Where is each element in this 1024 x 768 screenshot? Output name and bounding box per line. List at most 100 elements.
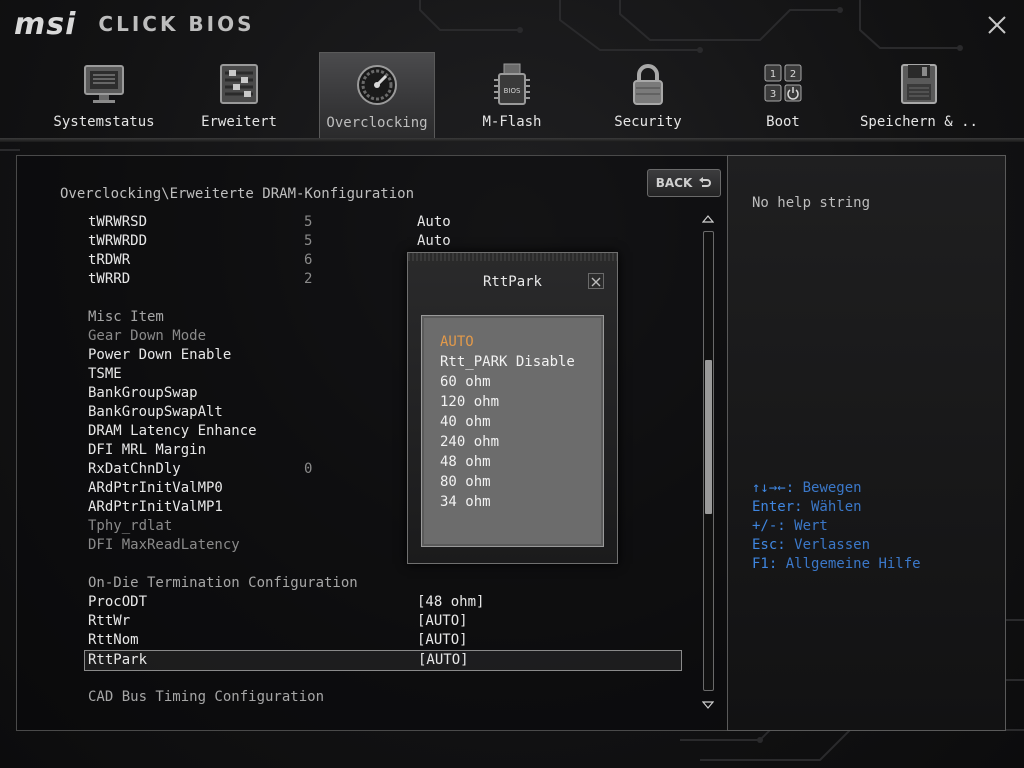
tab-m-flash[interactable]: BIOS M-Flash [455,52,569,138]
tab-erweitert[interactable]: Erweitert [182,52,296,138]
setting-name: RttNom [88,632,139,648]
monitor-icon [82,62,126,106]
tab-label: Boot [766,114,800,130]
setting-value: [AUTO] [418,652,469,668]
brand-logo: msi [14,6,77,42]
key-hint-key: +/-: [752,518,786,534]
top-nav: Systemstatus Erweitert Overclocking BIOS… [0,52,1024,142]
msi-click-bios-logo: msi CLICK BIOS [14,6,255,42]
key-hint-desc: Bewegen [794,480,862,496]
setting-current: 5 [304,233,313,249]
floppy-icon [897,62,941,106]
setting-name: RxDatChnDly [88,461,181,477]
key-hint-esc: Esc: Verlassen [752,537,870,553]
back-button[interactable]: BACK [647,169,721,197]
tab-label: Erweitert [201,114,277,130]
svg-text:BIOS: BIOS [504,87,521,95]
tab-systemstatus[interactable]: Systemstatus [47,52,161,138]
help-string: No help string [752,195,871,211]
svg-text:2: 2 [790,69,796,80]
setting-name: ARdPtrInitValMP1 [88,499,223,515]
option-240-ohm[interactable]: 240 ohm [440,434,499,450]
setting-name: DRAM Latency Enhance [88,423,257,439]
option-list: AUTO Rtt_PARK Disable 60 ohm 120 ohm 40 … [421,315,604,547]
tab-security[interactable]: Security [591,52,705,138]
scroll-up-icon[interactable] [701,210,715,223]
product-name: CLICK BIOS [98,12,255,36]
key-hint-desc: Verlassen [785,537,871,553]
setting-current: 2 [304,271,313,287]
boot-order-icon: 1 2 3 [761,62,805,106]
setting-name: RttPark [88,652,148,668]
option-120-ohm[interactable]: 120 ohm [440,394,499,410]
tab-label: M-Flash [482,114,542,130]
setting-name: tWRWRSD [88,214,148,230]
sliders-icon [217,62,261,106]
padlock-icon [626,62,670,106]
key-hint-desc: Allgemeine Hilfe [777,556,921,572]
setting-row-rttpark[interactable]: RttPark [AUTO] [84,650,682,671]
setting-name: BankGroupSwapAlt [88,404,223,420]
option-60-ohm[interactable]: 60 ohm [440,374,491,390]
bios-chip-icon: BIOS [490,62,534,106]
setting-name: BankGroupSwap [88,385,198,401]
scroll-down-icon[interactable] [701,696,715,709]
key-hint-navigate: ↑↓→←: Bewegen [752,480,862,496]
breadcrumb: Overclocking\Erweiterte DRAM-Konfigurati… [60,186,415,202]
section-title: On-Die Termination Configuration [88,575,358,591]
tab-label: Speichern & .. [859,114,978,130]
key-hint-desc: Wählen [802,499,862,515]
arrow-keys-icon: ↑↓→←: [752,480,795,496]
tab-overclocking[interactable]: Overclocking [319,52,435,139]
setting-value: Auto [417,214,451,230]
setting-name: DFI MaxReadLatency [88,537,240,553]
key-hint-value: +/-: Wert [752,518,828,534]
setting-name: Gear Down Mode [88,328,207,344]
setting-value: [AUTO] [417,632,468,648]
key-hint-enter: Enter: Wählen [752,499,862,515]
setting-name: Power Down Enable [88,347,232,363]
setting-current: 5 [304,214,313,230]
option-auto[interactable]: AUTO [440,334,474,350]
key-hint-key: Enter: [752,499,803,515]
dialog-grip[interactable] [408,253,617,261]
tab-label: Systemstatus [53,114,155,130]
setting-value: [AUTO] [417,613,468,629]
setting-name: ProcODT [88,594,148,610]
setting-name: ARdPtrInitValMP0 [88,480,223,496]
option-40-ohm[interactable]: 40 ohm [440,414,491,430]
tab-speichern[interactable]: Speichern & .. [860,52,978,138]
tab-boot[interactable]: 1 2 3 Boot [726,52,840,138]
return-arrow-icon [699,177,712,187]
scrollbar[interactable] [703,231,714,691]
option-rtt-park-disable[interactable]: Rtt_PARK Disable [440,354,575,370]
setting-name: tWRRD [88,271,131,287]
key-hint-key: F1: [752,556,778,572]
option-34-ohm[interactable]: 34 ohm [440,494,491,510]
scrollbar-thumb[interactable] [705,360,712,514]
setting-value: [48 ohm] [417,594,485,610]
help-panel [727,155,1006,731]
setting-name: Tphy_rdlat [88,518,173,534]
tab-label: Security [614,114,682,130]
setting-name: tWRWRDD [88,233,148,249]
setting-name: RttWr [88,613,131,629]
svg-text:1: 1 [770,69,776,80]
key-hint-key: Esc: [752,537,786,553]
section-title: Misc Item [88,309,164,325]
back-label: BACK [655,176,693,190]
setting-name: tRDWR [88,252,131,268]
setting-name: DFI MRL Margin [88,442,207,458]
nav-divider [0,138,1024,142]
key-hint-desc: Wert [785,518,828,534]
option-48-ohm[interactable]: 48 ohm [440,454,491,470]
section-title: CAD Bus Timing Configuration [88,689,325,705]
dialog-title: RttPark [482,274,542,290]
close-icon[interactable] [588,273,604,289]
tab-label: Overclocking [326,115,428,131]
setting-name: TSME [88,366,122,382]
close-icon[interactable] [984,12,1010,38]
setting-current: 0 [304,461,313,477]
option-80-ohm[interactable]: 80 ohm [440,474,491,490]
setting-current: 6 [304,252,313,268]
